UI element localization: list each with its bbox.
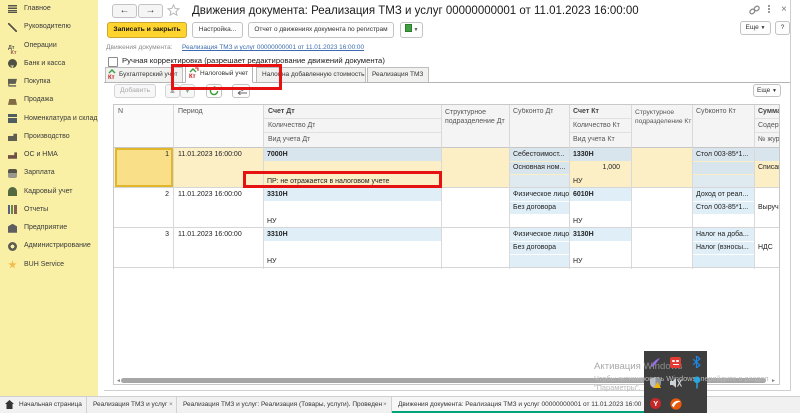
svg-text:Кт: Кт (108, 75, 115, 79)
